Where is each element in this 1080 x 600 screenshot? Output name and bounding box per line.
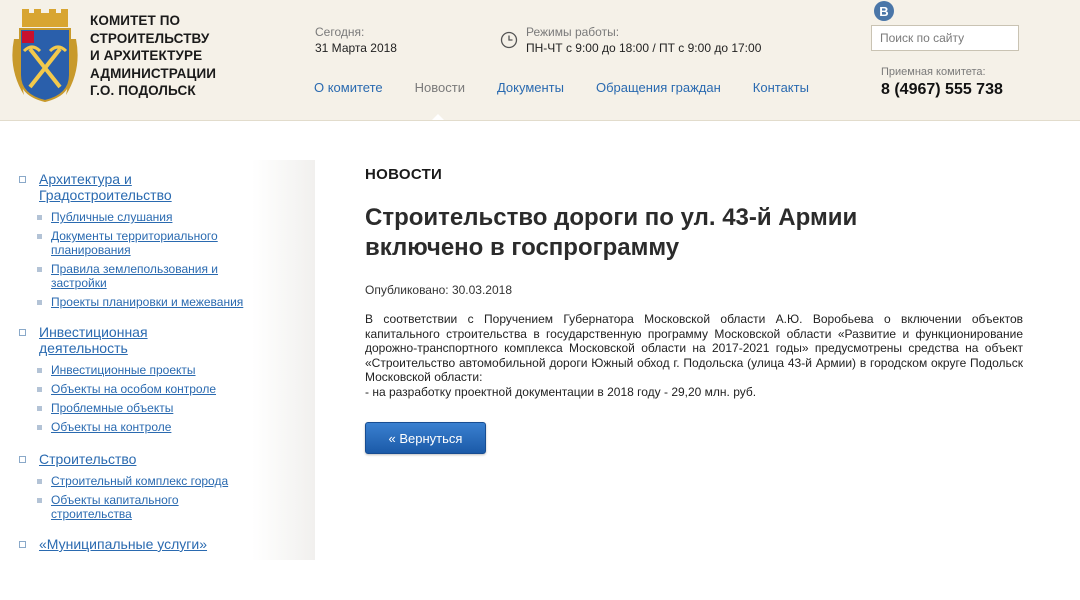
bullet-icon xyxy=(37,406,42,411)
article-body: В соответствии с Поручением Губернатора … xyxy=(365,312,1023,400)
today-block: Сегодня: 31 Марта 2018 xyxy=(315,25,397,56)
sidebar-link[interactable]: Документы территориального планирования xyxy=(51,229,218,257)
sidebar-item: Инвестиционные проекты xyxy=(37,363,216,377)
article-paragraph: В соответствии с Поручением Губернатора … xyxy=(365,312,1023,385)
sidebar-link[interactable]: Публичные слушания xyxy=(51,210,172,224)
today-date: 31 Марта 2018 xyxy=(315,41,397,55)
sidebar-item: Объекты на контроле xyxy=(37,420,216,434)
bullet-icon xyxy=(37,300,42,305)
bullet-icon xyxy=(37,368,42,373)
sidebar-item: Строительный комплекс города xyxy=(37,474,228,488)
sidebar-item: Проблемные объекты xyxy=(37,401,216,415)
sidebar-item: Объекты на особом контроле xyxy=(37,382,216,396)
bullet-icon xyxy=(37,479,42,484)
article-paragraph: - на разработку проектной документации в… xyxy=(365,384,757,399)
site-header: КОМИТЕТ ПО СТРОИТЕЛЬСТВУ И АРХИТЕКТУРЕ А… xyxy=(0,0,1080,122)
bullet-icon xyxy=(37,215,42,220)
sidebar-section-investment: Инвестиционная деятельность Инвестиционн… xyxy=(19,324,216,439)
active-nav-pointer xyxy=(430,114,446,122)
published-date: Опубликовано: 30.03.2018 xyxy=(365,283,513,297)
bullet-icon xyxy=(37,267,42,272)
search-input[interactable] xyxy=(871,25,1019,51)
reception-label: Приемная комитета: xyxy=(881,66,986,78)
sidebar-item: Публичные слушания xyxy=(37,210,243,224)
sidebar-link[interactable]: Проблемные объекты xyxy=(51,401,173,415)
sidebar-link[interactable]: Строительный комплекс города xyxy=(51,474,228,488)
working-hours-block: Режимы работы: ПН-ЧТ с 9:00 до 18:00 / П… xyxy=(500,25,761,56)
sidebar-section-title[interactable]: Инвестиционная деятельность xyxy=(39,324,148,356)
bullet-icon xyxy=(37,387,42,392)
nav-documents[interactable]: Документы xyxy=(497,80,564,96)
main-nav: О комитете Новости Документы Обращения г… xyxy=(314,80,841,96)
sidebar-section-title[interactable]: «Муниципальные услуги» xyxy=(39,536,207,552)
sidebar-link[interactable]: Объекты на особом контроле xyxy=(51,382,216,396)
sidebar-section-title[interactable]: Строительство xyxy=(39,451,136,467)
sidebar-link[interactable]: Инвестиционные проекты xyxy=(51,363,196,377)
square-bullet-icon xyxy=(19,541,26,548)
working-hours-label: Режимы работы: xyxy=(526,25,620,39)
section-heading: НОВОСТИ xyxy=(365,166,443,183)
sidebar-link[interactable]: Объекты на контроле xyxy=(51,420,171,434)
bullet-icon xyxy=(37,425,42,430)
sidebar-link[interactable]: Объекты капитального строительства xyxy=(51,493,179,521)
bullet-icon xyxy=(37,234,42,239)
sidebar-item: Проекты планировки и межевания xyxy=(37,295,243,309)
sidebar-item: Объекты капитального строительства xyxy=(37,493,228,521)
sidebar-section-construction: Строительство Строительный комплекс горо… xyxy=(19,451,228,526)
clock-icon xyxy=(500,31,518,49)
reception-block: Приемная комитета: 8 (4967) 555 738 xyxy=(881,66,1003,100)
working-hours-value: ПН-ЧТ с 9:00 до 18:00 / ПТ с 9:00 до 17:… xyxy=(526,41,762,55)
sidebar-section-title[interactable]: Архитектура и Градостроительство xyxy=(39,171,172,203)
nav-about[interactable]: О комитете xyxy=(314,80,383,96)
square-bullet-icon xyxy=(19,329,26,336)
sidebar-item: Документы территориального планирования xyxy=(37,229,243,257)
coat-of-arms-logo[interactable] xyxy=(12,9,78,104)
nav-contacts[interactable]: Контакты xyxy=(753,80,809,96)
bullet-icon xyxy=(37,498,42,503)
nav-citizen-appeals[interactable]: Обращения граждан xyxy=(596,80,721,96)
today-label: Сегодня: xyxy=(315,25,365,39)
sidebar-link[interactable]: Правила землепользования и застройки xyxy=(51,262,218,290)
reception-phone[interactable]: 8 (4967) 555 738 xyxy=(881,80,1003,100)
sidebar: Архитектура и Градостроительство Публичн… xyxy=(0,160,315,560)
back-button[interactable]: « Вернуться xyxy=(365,422,486,454)
nav-news[interactable]: Новости xyxy=(415,80,465,96)
square-bullet-icon xyxy=(19,176,26,183)
sidebar-item: Правила землепользования и застройки xyxy=(37,262,243,290)
sidebar-section-architecture: Архитектура и Градостроительство Публичн… xyxy=(19,171,243,314)
article-title: Строительство дороги по ул. 43-й Армии в… xyxy=(365,204,858,261)
organization-name[interactable]: КОМИТЕТ ПО СТРОИТЕЛЬСТВУ И АРХИТЕКТУРЕ А… xyxy=(90,12,240,100)
vk-icon[interactable]: B xyxy=(874,1,894,21)
sidebar-link[interactable]: Проекты планировки и межевания xyxy=(51,295,243,309)
sidebar-section-municipal-services: «Муниципальные услуги» xyxy=(19,536,207,552)
square-bullet-icon xyxy=(19,456,26,463)
